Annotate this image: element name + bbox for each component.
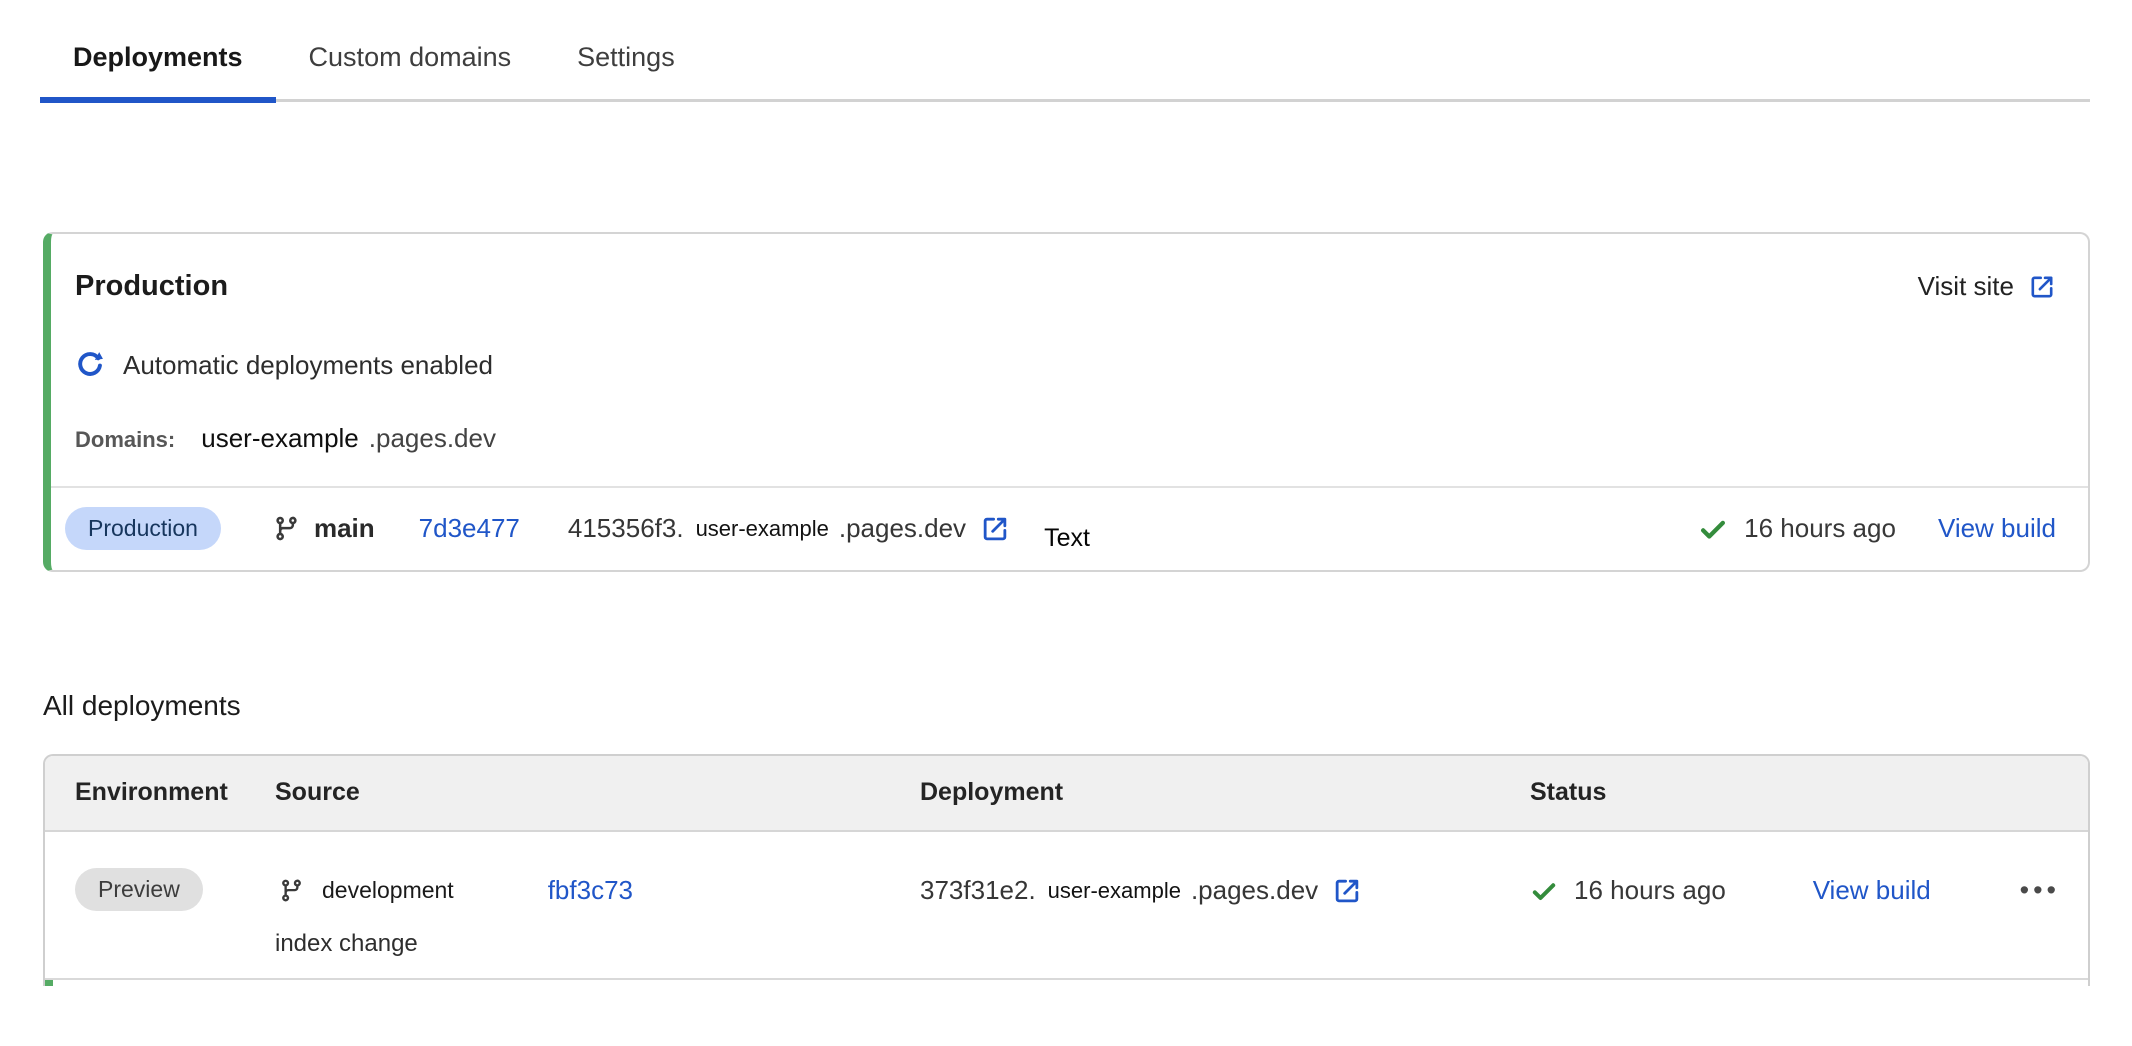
production-deployment-row: Production main 7d3e477 415356f3. user-e… (51, 486, 2088, 570)
cell-deployment: 373f31e2. user-example .pages.dev (920, 868, 1530, 914)
deployment-domain-suffix: .pages.dev (1191, 875, 1318, 906)
deployment-id: 415356f3. (568, 513, 684, 544)
domain-suffix: .pages.dev (369, 423, 496, 454)
all-deployments-title: All deployments (43, 690, 2132, 722)
external-link-icon (2028, 273, 2056, 301)
auto-deployments-text: Automatic deployments enabled (123, 350, 493, 381)
environment-badge-production: Production (65, 507, 221, 551)
tab-custom-domains-label: Custom domains (309, 42, 512, 72)
overflow-menu-icon[interactable]: ••• (2018, 873, 2062, 908)
view-build-link[interactable]: View build (1938, 513, 2056, 544)
table-header-row: Environment Source Deployment Status (45, 756, 2088, 832)
production-card-top: Production Visit site Automatic deployme… (51, 234, 2088, 486)
tab-deployments-label: Deployments (73, 42, 243, 72)
cell-source: development fbf3c73 index change (275, 868, 920, 958)
status-check-icon (1698, 514, 1728, 544)
auto-deployments-status: Automatic deployments enabled (75, 350, 2056, 381)
visit-site-link[interactable]: Visit site (1918, 271, 2056, 302)
visit-site-label: Visit site (1918, 271, 2014, 302)
production-title: Production (75, 268, 228, 306)
tab-custom-domains[interactable]: Custom domains (276, 34, 545, 103)
deployment-time: 16 hours ago (1744, 513, 1896, 544)
production-card: Production Visit site Automatic deployme… (43, 232, 2090, 572)
branch-name: development (322, 877, 454, 904)
table-row: Preview development fbf3c73 index change… (45, 832, 2088, 980)
git-branch-icon (273, 515, 300, 542)
commit-link[interactable]: fbf3c73 (548, 875, 633, 906)
cell-status: 16 hours ago View build ••• (1530, 868, 2088, 914)
environment-badge-preview: Preview (75, 868, 203, 912)
tab-settings-label: Settings (577, 42, 675, 72)
deployment-external-link-icon[interactable] (980, 514, 1010, 544)
status-group: 16 hours ago (1530, 875, 1726, 906)
deployments-table: Environment Source Deployment Status Pre… (43, 754, 2090, 986)
deployment-id: 373f31e2. (920, 875, 1036, 906)
next-row-production-sliver (45, 980, 2088, 986)
status-check-icon (1530, 877, 1558, 905)
domain-name: user-example (201, 423, 359, 454)
tab-settings[interactable]: Settings (544, 34, 708, 103)
tab-deployments[interactable]: Deployments (40, 34, 276, 103)
refresh-icon (75, 350, 105, 380)
cell-environment: Preview (45, 868, 275, 958)
domains-label: Domains: (75, 427, 175, 453)
branch-name: main (314, 513, 375, 544)
deployment-external-link-icon[interactable] (1332, 876, 1362, 906)
git-branch-icon (279, 878, 304, 903)
deployment-time: 16 hours ago (1574, 875, 1726, 906)
deployment-domain: user-example (1048, 878, 1181, 904)
domains-row: Domains: user-example .pages.dev (75, 423, 2056, 454)
tab-bar: Deployments Custom domains Settings (40, 34, 2090, 102)
commit-link[interactable]: 7d3e477 (419, 513, 520, 544)
column-header-environment: Environment (45, 778, 275, 807)
column-header-deployment: Deployment (920, 778, 1530, 807)
column-header-source: Source (275, 778, 920, 807)
deployment-domain-suffix: .pages.dev (839, 513, 966, 544)
text-annotation: Text (1044, 524, 1090, 553)
commit-message: index change (275, 930, 920, 958)
view-build-link[interactable]: View build (1813, 875, 1931, 906)
deployment-domain: user-example (696, 516, 829, 542)
column-header-status: Status (1530, 778, 2088, 807)
